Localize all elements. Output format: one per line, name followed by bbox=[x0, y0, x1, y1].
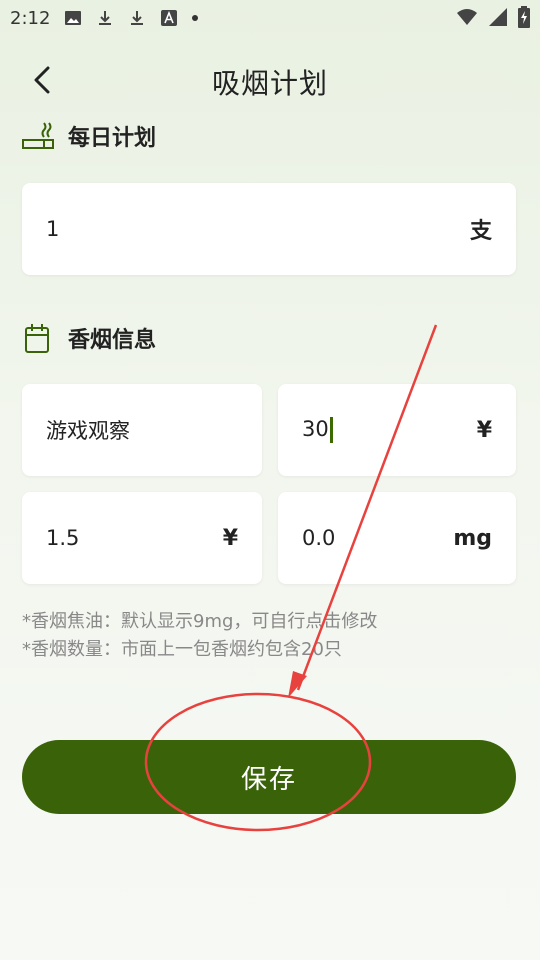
hint-count: *香烟数量：市面上一包香烟约包含20只 bbox=[22, 639, 342, 660]
cigarette-info-title: 香烟信息 bbox=[68, 328, 157, 353]
daily-count-field[interactable]: 1 支 bbox=[22, 183, 516, 275]
calendar-icon bbox=[25, 324, 49, 353]
text-cursor bbox=[329, 417, 333, 443]
brand-field[interactable]: 游戏观察 bbox=[22, 384, 262, 476]
brand-value: 游戏观察 bbox=[46, 419, 130, 443]
download-icon bbox=[99, 11, 112, 25]
per-unit-price-field[interactable]: 1.5 ¥ bbox=[22, 492, 262, 584]
daily-plan-heading: 每日计划 bbox=[22, 120, 156, 152]
download-icon bbox=[131, 11, 144, 25]
tar-value: 0.0 bbox=[302, 526, 336, 550]
per-unit-price-value: 1.5 bbox=[46, 526, 80, 550]
page-title: 吸烟计划 bbox=[211, 67, 328, 100]
status-bar: 2:12 bbox=[0, 0, 540, 36]
price-unit: ¥ bbox=[476, 417, 492, 443]
wifi-icon bbox=[457, 9, 477, 25]
status-time: 2:12 bbox=[10, 7, 51, 29]
save-button[interactable]: 保存 bbox=[22, 740, 516, 814]
image-icon bbox=[65, 11, 82, 25]
hint-tar: *香烟焦油：默认显示9mg，可自行点击修改 bbox=[22, 611, 378, 632]
price-value: 30 bbox=[302, 417, 329, 441]
per-unit-price-unit: ¥ bbox=[222, 525, 238, 551]
daily-plan-title: 每日计划 bbox=[68, 126, 157, 151]
battery-charging-icon bbox=[518, 6, 530, 28]
notification-dot-icon bbox=[192, 15, 199, 21]
daily-count-unit: 支 bbox=[469, 219, 492, 244]
signal-icon bbox=[489, 8, 507, 26]
annotation-arrow-head bbox=[288, 671, 307, 698]
tar-unit: mg bbox=[453, 525, 492, 551]
price-field[interactable]: 30 ¥ bbox=[278, 384, 516, 476]
app-header: 吸烟计划 bbox=[0, 52, 540, 108]
tar-field[interactable]: 0.0 mg bbox=[278, 492, 516, 584]
app-a-icon bbox=[161, 10, 178, 26]
daily-count-value: 1 bbox=[46, 217, 60, 241]
cigarette-icon bbox=[22, 122, 54, 149]
cigarette-info-heading: 香烟信息 bbox=[22, 322, 156, 354]
hint-notes: *香烟焦油：默认显示9mg，可自行点击修改 *香烟数量：市面上一包香烟约包含20… bbox=[22, 608, 377, 664]
